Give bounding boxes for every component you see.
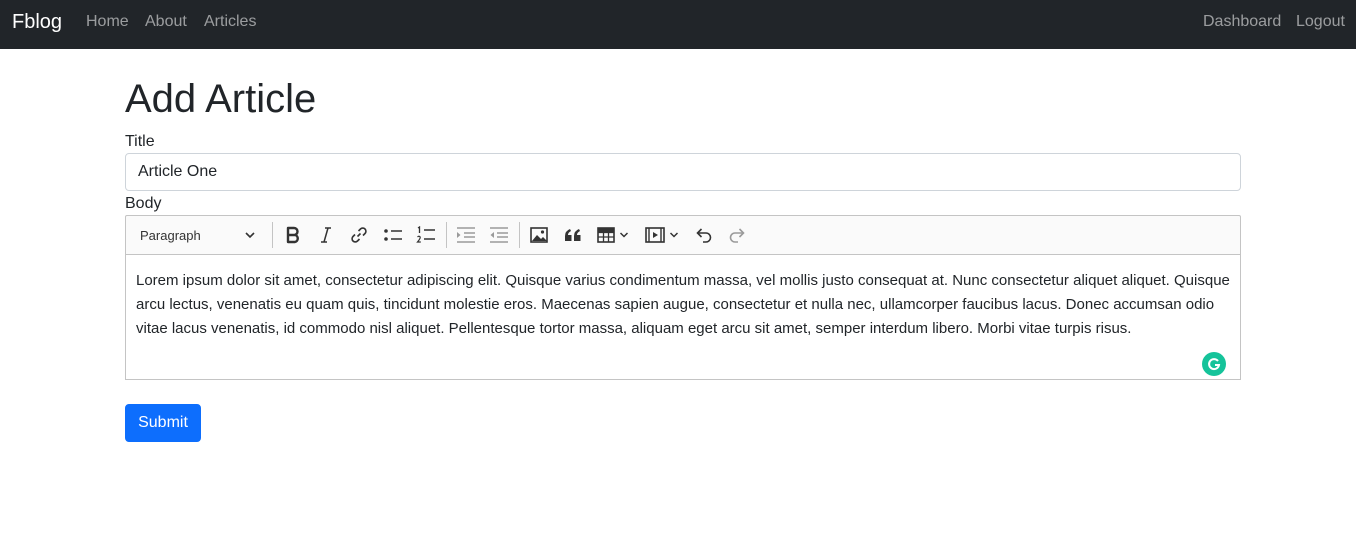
link-button[interactable] xyxy=(344,216,374,254)
media-embed-button[interactable] xyxy=(641,216,683,254)
editor-toolbar: Paragraph xyxy=(125,215,1241,255)
blockquote-button[interactable] xyxy=(558,216,588,254)
grammarly-icon[interactable] xyxy=(1202,352,1226,376)
page-title: Add Article xyxy=(125,77,317,121)
nav-link-dashboard[interactable]: Dashboard xyxy=(1203,12,1281,32)
navbar: Fblog Home About Articles Dashboard Logo… xyxy=(0,0,1356,49)
undo-icon xyxy=(696,228,712,243)
chevron-down-icon xyxy=(245,232,255,239)
insert-image-button[interactable] xyxy=(524,216,554,254)
heading-dropdown[interactable]: Paragraph xyxy=(128,216,266,254)
body-label: Body xyxy=(125,195,162,212)
title-input[interactable] xyxy=(125,153,1241,191)
bold-icon xyxy=(286,226,299,244)
toolbar-separator xyxy=(446,222,447,248)
nav-link-articles[interactable]: Articles xyxy=(204,12,256,32)
toolbar-separator xyxy=(519,222,520,248)
media-embed-icon xyxy=(645,227,665,243)
chevron-down-icon xyxy=(669,232,679,238)
insert-table-button[interactable] xyxy=(592,216,634,254)
undo-button[interactable] xyxy=(689,216,719,254)
bulleted-list-button[interactable] xyxy=(378,216,408,254)
nav-link-logout[interactable]: Logout xyxy=(1296,12,1345,32)
image-icon xyxy=(530,227,548,243)
nav-link-home[interactable]: Home xyxy=(86,12,129,32)
editor-paragraph: Lorem ipsum dolor sit amet, consectetur … xyxy=(136,272,1230,337)
title-label: Title xyxy=(125,133,155,150)
table-icon xyxy=(597,227,615,243)
italic-button[interactable] xyxy=(311,216,341,254)
redo-icon xyxy=(729,228,745,243)
link-icon xyxy=(351,227,367,243)
bulleted-list-icon xyxy=(384,229,402,241)
outdent-icon xyxy=(457,227,475,243)
brand-link[interactable]: Fblog xyxy=(12,10,62,34)
submit-button[interactable]: Submit xyxy=(125,404,201,442)
nav-link-about[interactable]: About xyxy=(145,12,187,32)
heading-dropdown-value: Paragraph xyxy=(140,227,201,243)
outdent-button[interactable] xyxy=(451,216,481,254)
toolbar-separator xyxy=(272,222,273,248)
numbered-list-button[interactable] xyxy=(411,216,441,254)
bold-button[interactable] xyxy=(278,216,308,254)
editor-content-area[interactable]: Lorem ipsum dolor sit amet, consectetur … xyxy=(125,254,1241,380)
italic-icon xyxy=(321,227,331,243)
grammarly-g-icon xyxy=(1208,358,1221,371)
blockquote-icon xyxy=(565,229,581,241)
indent-icon xyxy=(490,227,508,243)
indent-button[interactable] xyxy=(484,216,514,254)
redo-button[interactable] xyxy=(722,216,752,254)
chevron-down-icon xyxy=(619,232,629,238)
numbered-list-icon xyxy=(416,226,435,243)
